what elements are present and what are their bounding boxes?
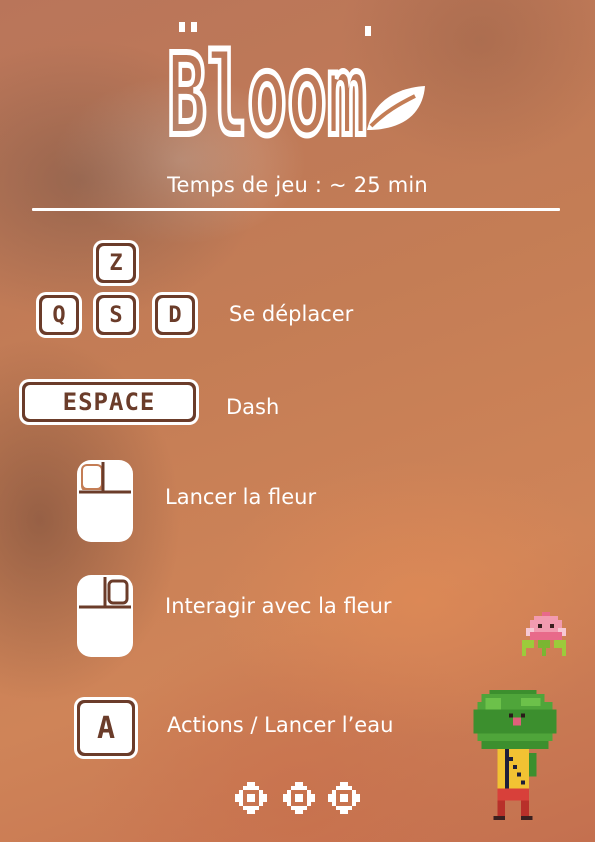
key-q: Q xyxy=(36,292,82,338)
left-mouse-button-icon xyxy=(77,460,133,542)
action-interact-flower-label: Interagir avec la fleur xyxy=(165,594,392,618)
bloom-logo: Bloom xyxy=(165,22,425,142)
playtime-text: Temps de jeu : ~ 25 min xyxy=(167,173,428,197)
action-throw-flower-label: Lancer la fleur xyxy=(165,485,317,509)
pink-flower-sprite xyxy=(522,612,566,656)
ornament-icon xyxy=(235,782,267,814)
key-s: S xyxy=(93,292,139,338)
key-space: ESPACE xyxy=(19,379,199,425)
leaf-icon xyxy=(367,86,425,130)
action-move-label: Se déplacer xyxy=(229,302,354,326)
key-z: Z xyxy=(93,240,139,286)
key-d: D xyxy=(152,292,198,338)
action-dash-label: Dash xyxy=(226,395,280,419)
key-a: A xyxy=(74,697,138,759)
ornament-icon xyxy=(328,782,360,814)
bloom-logo-text: Bloom xyxy=(167,31,367,142)
divider xyxy=(32,208,560,211)
green-bush-character-sprite xyxy=(473,690,557,820)
action-water-label: Actions / Lancer l’eau xyxy=(167,713,394,737)
right-mouse-button-icon xyxy=(77,575,133,657)
ornament-icon xyxy=(283,782,315,814)
